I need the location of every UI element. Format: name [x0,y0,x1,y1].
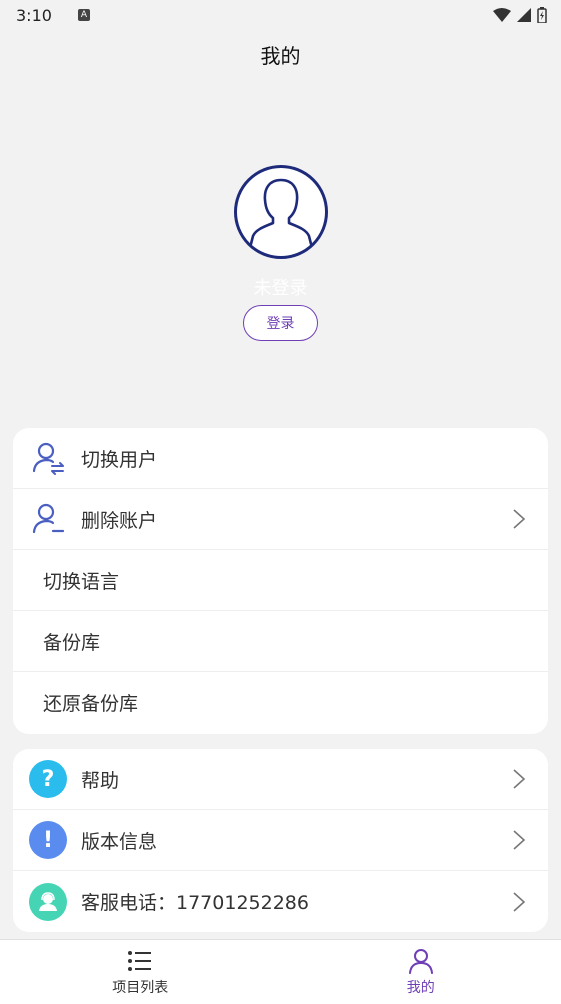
chevron-right-icon [513,509,526,529]
settings-label: 备份库 [43,631,101,654]
nav-label: 我的 [406,980,435,996]
page-title: 我的 [260,44,301,68]
battery-icon [537,7,547,23]
signal-icon [517,8,531,22]
info-row-version[interactable]: ! 版本信息 [13,810,548,871]
chevron-right-icon [513,769,526,789]
info-card: ? 帮助 ! 版本信息 客服电话：17701252286 [13,749,548,932]
nav-item-project-list[interactable]: 项目列表 [0,940,281,1004]
help-icon: ? [29,760,67,798]
avatar-icon [234,165,328,259]
delete-user-icon [28,499,68,539]
nav-item-mine[interactable]: 我的 [281,940,561,1004]
settings-label: 切换用户 [81,448,158,471]
notification-icon: A [77,9,90,21]
settings-row-language[interactable]: 切换语言 [13,550,548,611]
info-icon: ! [29,821,67,859]
login-status: 未登录 [253,278,308,299]
settings-row-restore-backup[interactable]: 还原备份库 [13,672,548,733]
info-label: 帮助 [81,769,120,792]
switch-user-icon [28,438,68,478]
info-label: 版本信息 [81,830,158,853]
support-icon [29,882,67,921]
login-button[interactable]: 登录 [243,305,318,341]
settings-row-delete-account[interactable]: 删除账户 [13,489,548,550]
settings-card: 切换用户 删除账户 切换语言 备份库 还原备份库 [13,428,548,734]
info-row-help[interactable]: ? 帮助 [13,749,548,810]
settings-row-switch-user[interactable]: 切换用户 [13,428,548,489]
settings-label: 删除账户 [81,509,158,532]
bottom-nav: 项目列表 我的 [0,939,561,1004]
chevron-right-icon [513,891,526,912]
settings-label: 切换语言 [43,570,120,593]
person-icon [408,949,433,974]
status-time: 3:10 [16,5,52,25]
wifi-icon [493,8,511,22]
info-row-support-phone[interactable]: 客服电话：17701252286 [13,871,548,932]
settings-row-backup[interactable]: 备份库 [13,611,548,672]
chevron-right-icon [513,830,526,850]
status-bar: 3:10 A [0,0,561,30]
list-icon [128,951,152,971]
settings-label: 还原备份库 [43,693,139,715]
info-label: 客服电话：17701252286 [81,892,309,914]
nav-label: 项目列表 [112,980,169,996]
